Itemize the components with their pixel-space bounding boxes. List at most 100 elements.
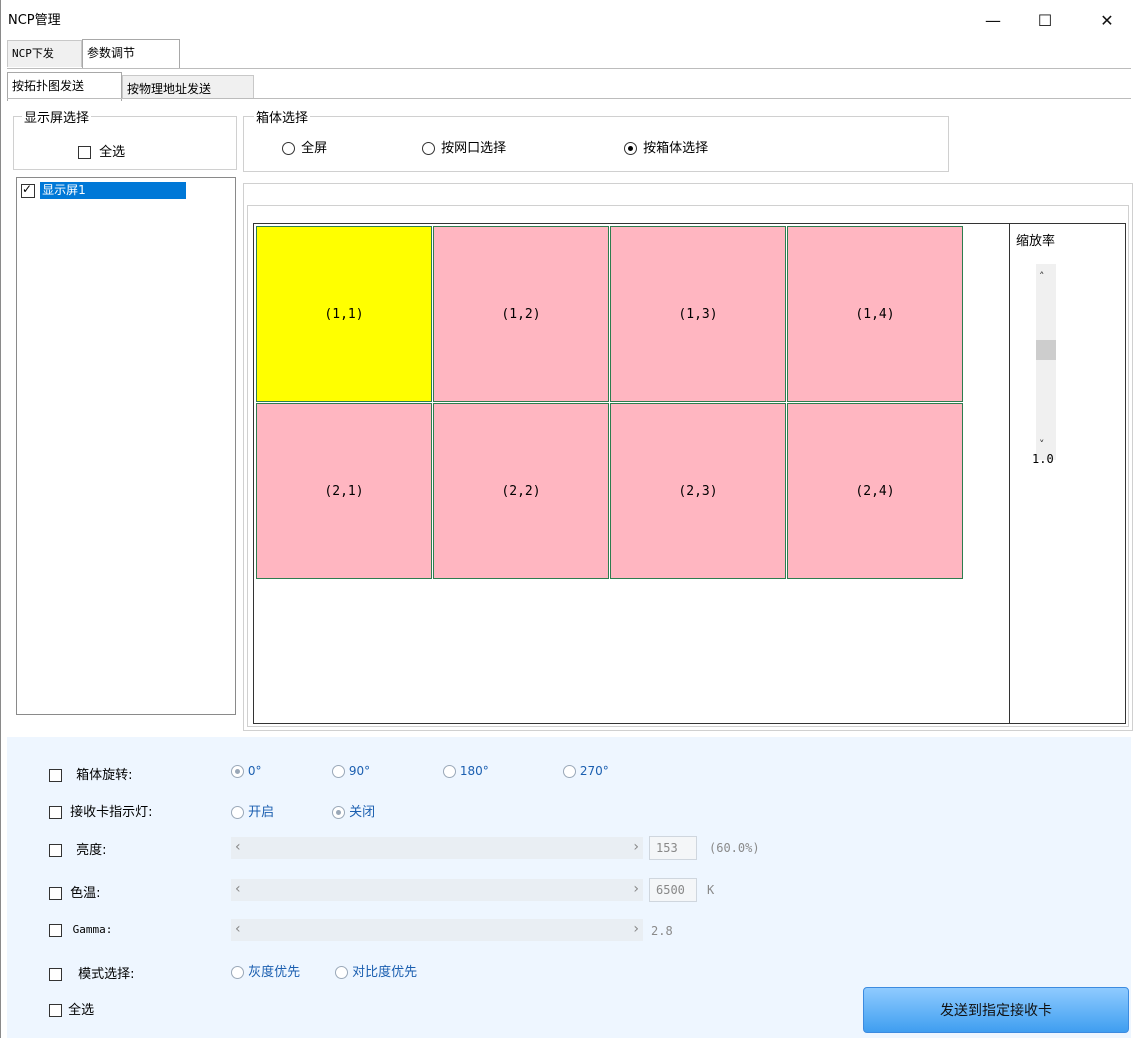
radio-fullscreen[interactable]: 全屏: [282, 137, 327, 156]
option-label: 270°: [579, 764, 609, 778]
screen-select-all[interactable]: 全选: [78, 141, 125, 160]
gamma-label: Gamma:: [72, 923, 113, 936]
zoom-panel: 缩放率 ˄ ˅ 1.0: [1009, 223, 1126, 724]
subtab-divider: [7, 98, 1131, 99]
cabinet-grid: (1,1) (1,2) (1,3) (1,4) (2,1) (2,2) (2,3) (2,4): [256, 226, 964, 580]
brightness-slider[interactable]: ‹ ›: [231, 837, 643, 859]
list-item[interactable]: 显示屏1: [21, 181, 186, 199]
brightness-percent: (60.0%): [709, 841, 760, 855]
rotation-label: 箱体旋转:: [76, 768, 133, 783]
color-temp-label: 色温:: [70, 886, 101, 901]
chevron-right-icon[interactable]: ›: [633, 921, 639, 937]
cabinet-cell[interactable]: (1,2): [433, 226, 609, 402]
brightness-checkbox[interactable]: [49, 844, 62, 857]
cabinet-select-label: 箱体选择: [254, 107, 311, 126]
option-label: 0°: [247, 764, 262, 778]
chevron-left-icon[interactable]: ‹: [235, 881, 241, 897]
chevron-right-icon[interactable]: ›: [633, 881, 639, 897]
tab-divider: [7, 68, 1131, 69]
select-all-label: 全选: [99, 145, 126, 160]
chevron-left-icon[interactable]: ‹: [235, 839, 241, 855]
cabinet-cell[interactable]: (2,1): [256, 403, 432, 579]
topology-canvas[interactable]: (1,1) (1,2) (1,3) (1,4) (2,1) (2,2) (2,3) (2,4): [253, 223, 1010, 724]
close-button[interactable]: ✕: [1084, 0, 1130, 40]
tab-ncp-send[interactable]: NCP下发: [7, 40, 82, 67]
ncp-window: NCP管理 — ☐ ✕ NCP下发 参数调节 按拓扑图发送 按物理地址发送 显示…: [0, 0, 1134, 1038]
color-temp-row: 色温:: [49, 882, 101, 901]
screen-select-group: 显示屏选择 全选: [13, 107, 237, 170]
zoom-slider-thumb[interactable]: [1036, 340, 1056, 360]
select-all-label: 全选: [68, 1003, 95, 1018]
cabinet-cell[interactable]: (1,4): [787, 226, 963, 402]
color-temp-slider[interactable]: ‹ ›: [231, 879, 643, 901]
brightness-row: 亮度:: [49, 839, 107, 858]
radio-indicator-on[interactable]: 开启: [231, 801, 274, 820]
radio-rotation-0[interactable]: 0°: [231, 764, 261, 778]
chevron-left-icon[interactable]: ‹: [235, 921, 241, 937]
option-label: 开启: [248, 805, 275, 820]
option-label: 90°: [348, 764, 371, 778]
mode-label: 模式选择:: [78, 967, 135, 982]
zoom-scrollbar[interactable]: ˄ ˅: [1036, 264, 1056, 460]
gamma-row: Gamma:: [49, 923, 112, 937]
cabinet-cell[interactable]: (2,4): [787, 403, 963, 579]
brightness-label: 亮度:: [76, 843, 107, 858]
radio-label: 按箱体选择: [643, 141, 709, 156]
screen-label: 显示屏1: [40, 182, 186, 199]
cabinet-cell[interactable]: (1,1): [256, 226, 432, 402]
chevron-down-icon[interactable]: ˅: [1039, 438, 1045, 451]
cabinet-cell[interactable]: (2,3): [610, 403, 786, 579]
radio[interactable]: [422, 142, 435, 155]
screen-checkbox[interactable]: [21, 182, 35, 198]
checkbox[interactable]: [49, 1004, 62, 1017]
maximize-button[interactable]: ☐: [1022, 0, 1068, 40]
indicator-row: 接收卡指示灯:: [49, 801, 153, 820]
radio-mode-contrast[interactable]: 对比度优先: [335, 961, 417, 980]
radio-rotation-90[interactable]: 90°: [332, 764, 370, 778]
checkbox[interactable]: [78, 146, 91, 159]
indicator-checkbox[interactable]: [49, 806, 62, 819]
radio[interactable]: [282, 142, 295, 155]
zoom-value: 1.0: [1032, 452, 1054, 466]
radio-rotation-180[interactable]: 180°: [443, 764, 489, 778]
tab-param-adjust[interactable]: 参数调节: [82, 39, 180, 68]
indicator-label: 接收卡指示灯:: [70, 805, 153, 820]
cabinet-select-group: 箱体选择 全屏 按网口选择 按箱体选择: [243, 107, 949, 172]
radio-label: 按网口选择: [441, 141, 507, 156]
rotation-checkbox[interactable]: [49, 769, 62, 782]
radio-label: 全屏: [301, 141, 328, 156]
main-tabs: NCP下发 参数调节: [7, 39, 1131, 68]
radio-rotation-270[interactable]: 270°: [563, 764, 609, 778]
option-label: 关闭: [349, 805, 376, 820]
mode-checkbox[interactable]: [49, 968, 62, 981]
radio-mode-gray[interactable]: 灰度优先: [231, 961, 300, 980]
rotation-row: 箱体旋转:: [49, 764, 133, 783]
radio-by-port[interactable]: 按网口选择: [422, 137, 506, 156]
screen-list[interactable]: 显示屏1: [16, 177, 236, 715]
gamma-checkbox[interactable]: [49, 923, 62, 937]
option-label: 灰度优先: [248, 965, 301, 980]
radio-by-cabinet[interactable]: 按箱体选择: [624, 137, 708, 156]
color-temp-unit: K: [707, 883, 715, 897]
window-title: NCP管理: [8, 13, 61, 28]
radio-indicator-off[interactable]: 关闭: [332, 801, 375, 820]
tab-physical-address-send[interactable]: 按物理地址发送: [122, 75, 254, 99]
mode-row: 模式选择:: [49, 963, 135, 982]
color-temp-value[interactable]: 6500: [649, 878, 697, 902]
gamma-value: 2.8: [651, 924, 673, 938]
tab-topology-send[interactable]: 按拓扑图发送: [7, 72, 122, 101]
chevron-right-icon[interactable]: ›: [633, 839, 639, 855]
cabinet-cell[interactable]: (2,2): [433, 403, 609, 579]
option-label: 180°: [459, 764, 489, 778]
sub-tabs: 按拓扑图发送 按物理地址发送: [7, 70, 1131, 101]
settings-select-all[interactable]: 全选: [49, 999, 94, 1018]
send-to-receiver-button[interactable]: 发送到指定接收卡: [863, 987, 1129, 1033]
cabinet-cell[interactable]: (1,3): [610, 226, 786, 402]
radio[interactable]: [624, 142, 637, 155]
screen-select-label: 显示屏选择: [22, 107, 92, 126]
gamma-slider[interactable]: ‹ ›: [231, 919, 643, 941]
brightness-value[interactable]: 153: [649, 836, 697, 860]
chevron-up-icon[interactable]: ˄: [1039, 270, 1045, 283]
color-temp-checkbox[interactable]: [49, 887, 62, 900]
minimize-button[interactable]: —: [970, 0, 1016, 40]
